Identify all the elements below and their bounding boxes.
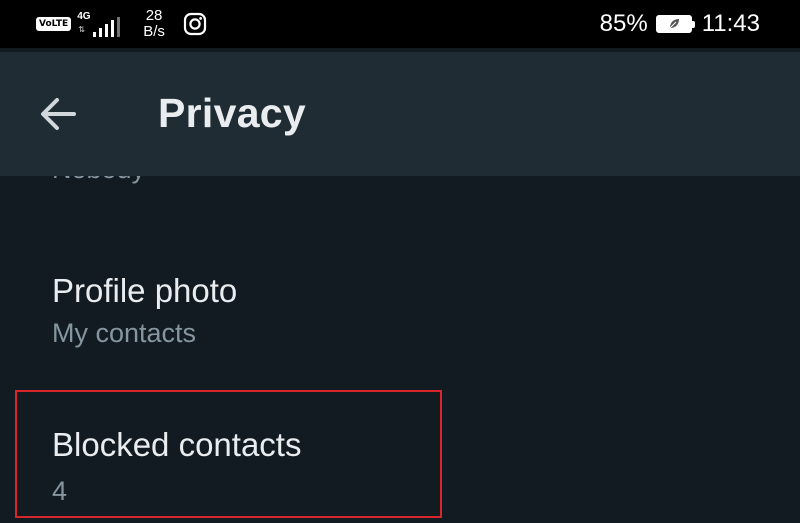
network-indicator: 4G ⇅ [77, 9, 129, 39]
profile-photo-value: My contacts [52, 318, 197, 348]
status-left: VoLTE 4G ⇅ 28 B/s [36, 6, 207, 42]
page-title: Privacy [158, 90, 307, 136]
network-speed-unit: B/s [143, 23, 165, 40]
network-speed-value: 28 [145, 7, 163, 24]
network-type-label: 4G [77, 11, 91, 22]
status-right: 85% 11:43 [600, 6, 760, 42]
battery-percent: 85% [599, 10, 648, 37]
signal-strength-icon [93, 17, 121, 37]
blocked-contacts-setting[interactable]: Blocked contacts 4 [0, 396, 800, 516]
profile-photo-label: Profile photo [52, 272, 238, 309]
data-activity-icon: ⇅ [78, 25, 85, 34]
back-button[interactable] [30, 90, 86, 138]
network-speed: 28 B/s [143, 8, 165, 40]
instagram-icon [183, 12, 206, 36]
battery-saver-leaf-icon [669, 19, 679, 29]
clipped-setting-value: Nobody [52, 176, 145, 185]
blocked-contacts-count: 4 [52, 476, 68, 506]
blocked-contacts-label: Blocked contacts [52, 426, 302, 463]
battery-icon [655, 15, 695, 33]
privacy-settings-list: Nobody Profile photo My contacts Blocked… [0, 176, 800, 523]
volte-badge: VoLTE [36, 17, 72, 31]
profile-photo-setting[interactable]: Profile photo My contacts [0, 246, 800, 366]
back-arrow-icon [41, 98, 76, 130]
status-bar: VoLTE 4G ⇅ 28 B/s 85% 11:43 [0, 0, 800, 48]
clock: 11:43 [701, 10, 760, 37]
app-bar: Privacy [0, 52, 800, 176]
